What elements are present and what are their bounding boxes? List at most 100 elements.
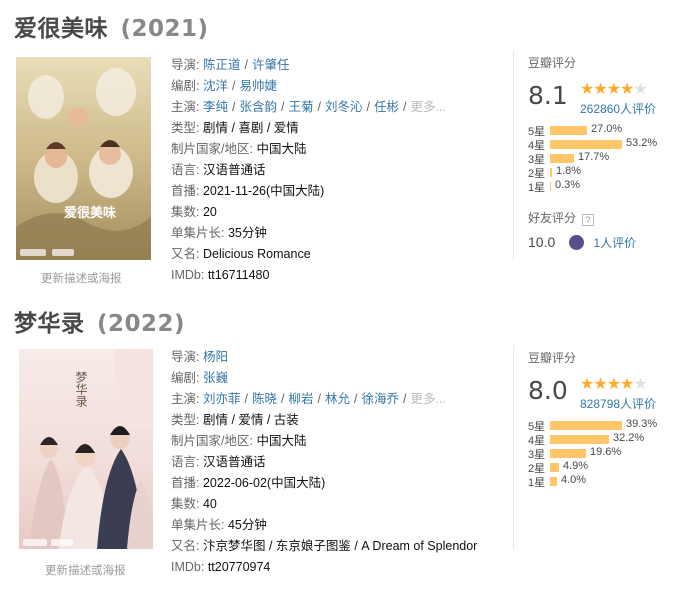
rating-bar-label: 1星	[528, 182, 546, 194]
cast-label: 主演:	[171, 392, 200, 406]
star-filled-icon: ★	[606, 81, 621, 98]
poster-art: 爱很美味	[16, 57, 151, 260]
rating-bar	[550, 421, 622, 430]
cast-more-link[interactable]: 更多...	[410, 100, 445, 114]
info-panel: 导演: 陈正道 / 许肇任 编剧: 沈洋 / 易帅婕 主演: 李纯 / 张含韵 / 王菊 / 刘冬沁…	[171, 55, 501, 286]
rating-panel: 豆瓣评分 8.0 ★★★★★ 828798人评价 5星 39.3% 4星 32.2% 3…	[513, 345, 663, 550]
cast-row: 主演: 李纯 / 张含韵 / 王菊 / 刘冬沁 / 任彬 / 更多...	[171, 100, 446, 114]
cast-link[interactable]: 柳岩	[288, 392, 313, 406]
writer-row: 编剧: 沈洋 / 易帅婕	[171, 79, 277, 93]
rating-bar	[550, 168, 552, 177]
region-row: 制片国家/地区: 中国大陆	[171, 431, 501, 452]
update-poster-link[interactable]: 更新描述或海报	[45, 562, 126, 578]
runtime-row: 单集片长: 35分钟	[171, 223, 501, 244]
drama-title[interactable]: 爱很美味 (2021)	[14, 9, 209, 43]
director-link[interactable]: 陈正道	[203, 58, 241, 72]
rating-bar	[550, 154, 574, 163]
rating-bar-row: 5星 39.3%	[528, 418, 663, 433]
rating-bar-row: 1星 0.3%	[528, 179, 663, 194]
rating-bar	[550, 140, 622, 149]
episodes-value: 20	[202, 205, 217, 219]
language-value: 汉语普通话	[202, 455, 266, 469]
star-filled-icon: ★	[580, 376, 594, 393]
language-label: 语言:	[171, 163, 200, 177]
premiere-value: 2022-06-02(中国大陆)	[202, 476, 326, 490]
language-row: 语言: 汉语普通话	[171, 160, 501, 181]
help-icon[interactable]: ?	[582, 214, 595, 226]
writer-label: 编剧:	[171, 371, 200, 385]
update-poster-link[interactable]: 更新描述或海报	[41, 270, 122, 286]
star-empty-icon: ★	[633, 81, 647, 98]
genre-value: 剧情 / 爱情 / 古装	[202, 413, 299, 427]
imdb-row: IMDb: tt16711480	[171, 265, 501, 286]
rating-count-link[interactable]: 828798人评价	[580, 395, 656, 412]
runtime-row: 单集片长: 45分钟	[171, 515, 501, 536]
director-row: 导演: 杨阳	[171, 347, 501, 368]
writer-label: 编剧:	[171, 79, 200, 93]
rating-bar-row: 2星 1.8%	[528, 165, 663, 180]
rating-count-link[interactable]: 262860人评价	[580, 100, 656, 117]
cast-link[interactable]: 徐海乔	[361, 392, 399, 406]
friend-avatar[interactable]	[568, 235, 584, 250]
imdb-row: IMDb: tt20770974	[171, 557, 501, 578]
genre-row: 类型: 剧情 / 爱情 / 古装	[171, 410, 501, 431]
score-line: 8.0 ★★★★★ 828798人评价	[528, 372, 663, 412]
rating-panel: 豆瓣评分 8.1 ★★★★★ 262860人评价 5星 27.0% 4星 53.2% 3…	[513, 50, 663, 260]
cast-link[interactable]: 刘冬沁	[325, 100, 363, 114]
cast-link[interactable]: 王菊	[288, 100, 313, 114]
rating-bar	[550, 449, 586, 458]
region-value: 中国大陆	[256, 434, 307, 448]
language-label: 语言:	[171, 455, 200, 469]
rating-bar-label: 1星	[528, 477, 546, 489]
rating-bar-percent: 32.2%	[613, 432, 645, 444]
language-row: 语言: 汉语普通话	[171, 452, 501, 473]
director-label: 导演:	[171, 350, 200, 364]
rating-bar-row: 4星 32.2%	[528, 432, 663, 447]
region-label: 制片国家/地区:	[171, 434, 253, 448]
cast-more-link[interactable]: 更多...	[410, 392, 445, 406]
poster-image[interactable]: 爱很美味	[16, 57, 151, 260]
drama-year: (2022)	[97, 311, 186, 337]
writer-link[interactable]: 张巍	[203, 371, 228, 385]
star-filled-icon: ★	[620, 376, 634, 393]
drama-title[interactable]: 梦华录 (2022)	[14, 304, 185, 338]
rating-bar-percent: 4.9%	[563, 460, 589, 472]
rating-bar-percent: 0.3%	[555, 179, 581, 191]
rating-score: 8.1	[528, 81, 568, 110]
rating-breakdown: 5星 39.3% 4星 32.2% 3星 19.6% 2星 4.9% 1星 4.0%	[528, 418, 663, 489]
star-filled-icon: ★	[580, 81, 594, 98]
cast-link[interactable]: 张含韵	[239, 100, 277, 114]
cast-link[interactable]: 任彬	[374, 100, 399, 114]
poster-title-overlay: 爱很美味	[64, 205, 116, 221]
poster-image[interactable]: 梦华录	[19, 349, 153, 549]
rating-bar	[550, 182, 551, 191]
director-link[interactable]: 杨阳	[203, 350, 228, 364]
cast-link[interactable]: 陈晓	[252, 392, 277, 406]
writer-link[interactable]: 沈洋	[203, 79, 228, 93]
friend-count-link[interactable]: 1人评价	[594, 236, 637, 250]
rating-score: 8.0	[528, 376, 568, 405]
imdb-value: tt16711480	[207, 268, 270, 282]
rating-stars: ★★★★★	[580, 374, 648, 394]
friend-rating-label: 好友评分	[528, 211, 577, 225]
region-row: 制片国家/地区: 中国大陆	[171, 139, 501, 160]
episodes-row: 集数: 40	[171, 494, 501, 515]
runtime-label: 单集片长:	[171, 226, 225, 240]
drama-year: (2021)	[120, 16, 209, 42]
premiere-label: 首播:	[171, 184, 200, 198]
drama-title-text[interactable]: 爱很美味	[14, 16, 108, 42]
cast-link[interactable]: 刘亦菲	[203, 392, 241, 406]
language-value: 汉语普通话	[202, 163, 266, 177]
cast-link[interactable]: 林允	[325, 392, 350, 406]
rating-bar-row: 2星 4.9%	[528, 460, 663, 475]
director-label: 导演:	[171, 58, 200, 72]
drama-title-text[interactable]: 梦华录	[14, 311, 85, 337]
imdb-label: IMDb:	[171, 268, 205, 282]
star-filled-icon: ★	[606, 376, 621, 393]
premiere-row: 首播: 2022-06-02(中国大陆)	[171, 473, 501, 494]
rating-bar	[550, 435, 609, 444]
director-link[interactable]: 许肇任	[252, 58, 290, 72]
aka-label: 又名:	[171, 247, 200, 261]
cast-link[interactable]: 李纯	[203, 100, 228, 114]
writer-link[interactable]: 易帅婕	[239, 79, 277, 93]
